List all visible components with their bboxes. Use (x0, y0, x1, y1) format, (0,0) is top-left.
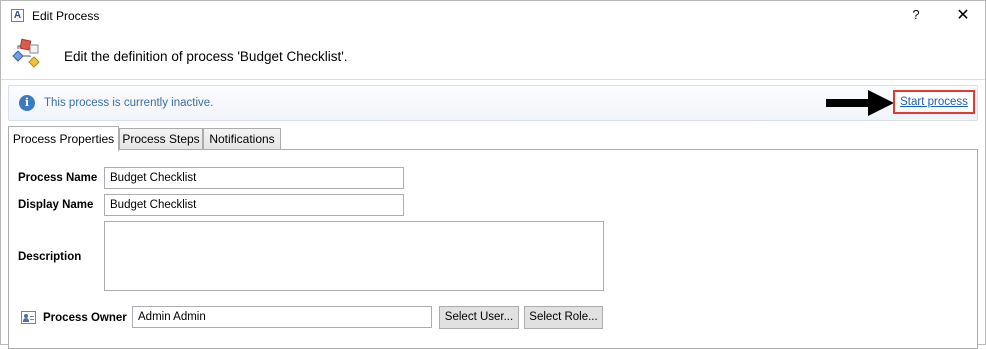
help-button[interactable]: ? (906, 7, 926, 25)
tab-process-steps[interactable]: Process Steps (119, 128, 203, 150)
header-description: Edit the definition of process 'Budget C… (64, 49, 348, 64)
user-card-icon (21, 311, 36, 324)
header-divider (1, 79, 985, 80)
process-definition-icon (12, 38, 40, 68)
display-name-label: Display Name (18, 199, 94, 211)
description-label: Description (18, 251, 82, 263)
tab-notifications[interactable]: Notifications (203, 128, 281, 150)
dialog-header: Edit the definition of process 'Budget C… (1, 31, 985, 79)
process-owner-label: Process Owner (43, 312, 127, 324)
process-name-input[interactable] (104, 167, 404, 189)
close-button[interactable]: ✕ (951, 5, 975, 27)
process-owner-input[interactable] (132, 306, 432, 328)
edit-process-dialog: A Edit Process ? ✕ Edit the definition o… (0, 0, 986, 349)
app-icon: A (11, 9, 24, 22)
status-message: This process is currently inactive. (44, 97, 214, 109)
info-icon: i (19, 95, 35, 111)
arrow-right-icon (826, 90, 894, 116)
status-info-bar: i This process is currently inactive. St… (8, 85, 978, 121)
process-name-label: Process Name (18, 172, 98, 184)
tab-process-properties[interactable]: Process Properties (8, 126, 119, 151)
display-name-input[interactable] (104, 194, 404, 216)
select-role-button[interactable]: Select Role... (524, 306, 603, 329)
description-textarea[interactable] (104, 221, 604, 291)
select-user-button[interactable]: Select User... (439, 306, 519, 329)
window-title: Edit Process (32, 9, 100, 23)
start-process-link[interactable]: Start process (893, 90, 975, 114)
title-bar: A Edit Process ? ✕ (1, 1, 985, 31)
process-properties-panel: Process Name Display Name Description Pr… (8, 149, 978, 349)
